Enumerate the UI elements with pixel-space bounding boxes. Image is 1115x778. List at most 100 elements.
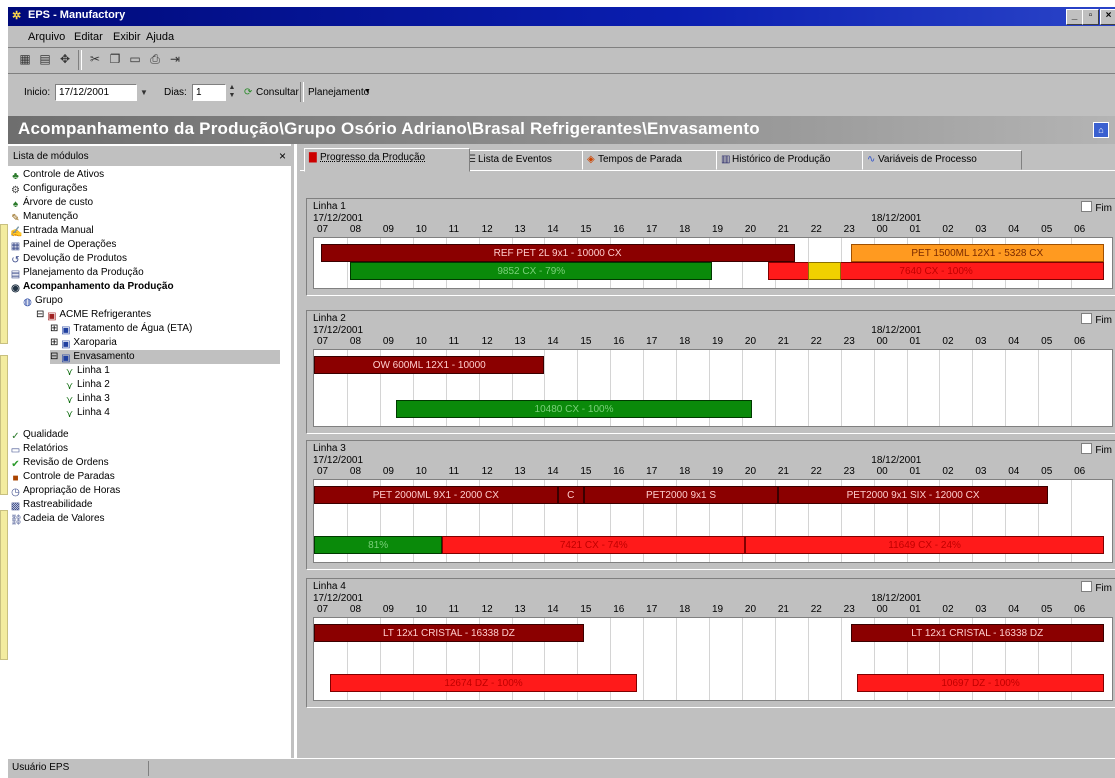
hour-tick: 16 — [613, 466, 625, 477]
tab-variaveis[interactable]: ∿ Variáveis de Processo — [862, 150, 1022, 170]
hour-tick: 04 — [1008, 224, 1020, 235]
dias-spinner-icon[interactable]: ▲ ▼ — [226, 84, 238, 101]
nav-item2-6[interactable]: ⛓Cadeia de Valores — [10, 512, 105, 526]
nav-item-2[interactable]: ♠ Árvore de custo — [10, 196, 93, 210]
production-bar[interactable]: 9852 CX - 79% — [350, 262, 713, 280]
tree-item-1[interactable]: ⊟ ▣ ACME Refrigerantes — [36, 308, 151, 322]
fim-checkbox[interactable]: Fim — [1081, 201, 1112, 214]
inicio-date-field[interactable]: 17/12/2001 — [55, 84, 137, 101]
fim-checkbox[interactable]: Fim — [1081, 443, 1112, 456]
nav-item-5[interactable]: ▦ Painel de Operações — [10, 238, 117, 252]
nav-item2-2[interactable]: ✔ Revisão de Ordens — [10, 456, 108, 470]
hour-tick: 09 — [382, 604, 394, 615]
production-bar[interactable]: PET2000 9x1 SIX - 12000 CX — [778, 486, 1049, 504]
production-bar[interactable]: PET 1500ML 12X1 - 5328 CX — [850, 244, 1104, 262]
minimize-button[interactable]: _ — [1066, 9, 1083, 25]
nav-item2-5[interactable]: ▩ Rastreabilidade — [10, 498, 93, 512]
tree-label: Grupo — [35, 295, 63, 306]
close-button[interactable]: × — [1100, 9, 1115, 25]
tree-item-3[interactable]: ⊞ ▣ Xaroparia — [50, 336, 117, 350]
hour-tick: 01 — [909, 604, 921, 615]
production-bar[interactable] — [807, 262, 841, 280]
print-icon[interactable]: ⎙ — [146, 50, 164, 68]
production-bar[interactable]: C — [557, 486, 584, 504]
close-icon[interactable]: × — [279, 149, 286, 163]
tree-item-6[interactable]: ⋎ Linha 2 — [64, 378, 110, 392]
menu-arquivo[interactable]: Arquivo — [28, 31, 65, 43]
grid-icon[interactable]: ▦ — [16, 50, 34, 68]
menu-exibir[interactable]: Exibir — [113, 31, 141, 43]
production-bar[interactable]: PET2000 9x1 S — [583, 486, 779, 504]
tree-item-8[interactable]: ⋎ Linha 4 — [64, 406, 110, 420]
nav-item2-4[interactable]: ◷ Apropriação de Horas — [10, 484, 120, 498]
app-icon: ✲ — [12, 10, 22, 22]
menu-ajuda[interactable]: Ajuda — [146, 31, 174, 43]
tree-label: Linha 1 — [77, 365, 110, 376]
hour-tick: 05 — [1041, 224, 1053, 235]
production-bar[interactable]: 11649 CX - 24% — [745, 536, 1104, 554]
hour-tick: 19 — [712, 604, 724, 615]
hour-tick: 11 — [448, 466, 460, 477]
nav-item-0[interactable]: ♣ Controle de Ativos — [10, 168, 104, 182]
cost-tree-icon: ♠ — [12, 199, 19, 210]
copy-icon[interactable]: ❐ — [106, 50, 124, 68]
tree-item-4[interactable]: ⊟ ▣ Envasamento — [50, 350, 280, 364]
module-list-header: Lista de módulos × — [8, 146, 294, 166]
nav-item-3[interactable]: ✎ Manutenção — [10, 210, 78, 224]
expand-icon[interactable]: ⊟ — [36, 309, 44, 320]
nav-label: Manutenção — [23, 211, 79, 222]
hour-tick: 07 — [317, 224, 329, 235]
nav-item2-1[interactable]: ▭ Relatórios — [10, 442, 68, 456]
menu-editar[interactable]: Editar — [74, 31, 103, 43]
tree-item-5[interactable]: ⋎ Linha 1 — [64, 364, 110, 378]
consultar-button[interactable]: Consultar — [256, 87, 299, 98]
nav-item-8[interactable]: ◉ Acompanhamento da Produção — [10, 280, 173, 294]
tab-eventos[interactable]: ☰ Lista de Eventos — [462, 150, 588, 170]
tab-paradas[interactable]: ◈ Tempos de Parada — [582, 150, 722, 170]
hour-tick: 20 — [744, 466, 757, 477]
production-bar[interactable]: 10697 DZ - 100% — [857, 674, 1104, 692]
fim-checkbox[interactable]: Fim — [1081, 313, 1112, 326]
expand-icon[interactable]: ⊞ — [50, 323, 58, 334]
line-title: Linha 3 — [313, 443, 346, 454]
paste-icon[interactable]: ▭ — [126, 50, 144, 68]
date-label: 17/12/2001 — [313, 325, 364, 336]
expand-icon[interactable]: ⊞ — [50, 337, 58, 348]
calendar-dropdown-icon[interactable]: ▼ — [137, 84, 151, 101]
hour-tick: 04 — [1008, 336, 1020, 347]
hour-tick: 01 — [909, 336, 921, 347]
exit-icon[interactable]: ⇥ — [166, 50, 184, 68]
production-bar[interactable]: 81% — [314, 536, 443, 554]
production-bar[interactable]: REF PET 2L 9x1 - 10000 CX — [320, 244, 795, 262]
tab-historico[interactable]: ▥ Histórico de Produção — [716, 150, 868, 170]
production-bar[interactable]: LT 12x1 CRISTAL - 16338 DZ — [850, 624, 1104, 642]
production-bar[interactable]: 12674 DZ - 100% — [330, 674, 637, 692]
dias-field[interactable]: 1 — [192, 84, 226, 101]
network-icon[interactable]: ✥ — [56, 50, 74, 68]
production-bar[interactable]: LT 12x1 CRISTAL - 16338 DZ — [314, 624, 584, 642]
nav-item-6[interactable]: ↺ Devolução de Produtos — [10, 252, 127, 266]
window-chrome: Arquivo Editar Exibir Ajuda ▦ ▤ ✥ ✂ ❐ ▭ … — [8, 26, 1115, 116]
planejamento-dropdown[interactable]: Planejamento — [308, 87, 369, 98]
production-bar[interactable]: PET 2000ML 9X1 - 2000 CX — [314, 486, 558, 504]
tree-item-7[interactable]: ⋎ Linha 3 — [64, 392, 110, 406]
cut-icon[interactable]: ✂ — [86, 50, 104, 68]
nav-item-4[interactable]: ✍Entrada Manual — [10, 224, 94, 238]
fim-checkbox[interactable]: Fim — [1081, 581, 1112, 594]
nav-item2-3[interactable]: ■ Controle de Paradas — [10, 470, 114, 484]
nav-item-7[interactable]: ▤ Planejamento da Produção — [10, 266, 144, 280]
hour-tick: 08 — [349, 224, 362, 235]
tab-progresso[interactable]: ▇ Progresso da Produção — [304, 148, 470, 172]
gantt-area: OW 600ML 12X1 - 10000 10480 CX - 100% — [313, 349, 1113, 427]
chart-icon[interactable]: ▤ — [36, 50, 54, 68]
tree-item-2[interactable]: ⊞ ▣ Tratamento de Água (ETA) — [50, 322, 192, 336]
nav-item-1[interactable]: ⚙ Configurações — [10, 182, 87, 196]
nav-item2-0[interactable]: ✓ Qualidade — [10, 428, 68, 442]
expand-icon[interactable]: ⊟ — [50, 351, 58, 362]
home-icon[interactable]: ⌂ — [1093, 122, 1109, 138]
tree-item-0[interactable]: ◍ Grupo — [22, 294, 63, 308]
production-bar[interactable]: OW 600ML 12X1 - 10000 — [314, 356, 545, 374]
maximize-button[interactable]: ▫ — [1082, 9, 1099, 25]
production-bar[interactable]: 10480 CX - 100% — [396, 400, 752, 418]
production-bar[interactable]: 7421 CX - 74% — [442, 536, 746, 554]
